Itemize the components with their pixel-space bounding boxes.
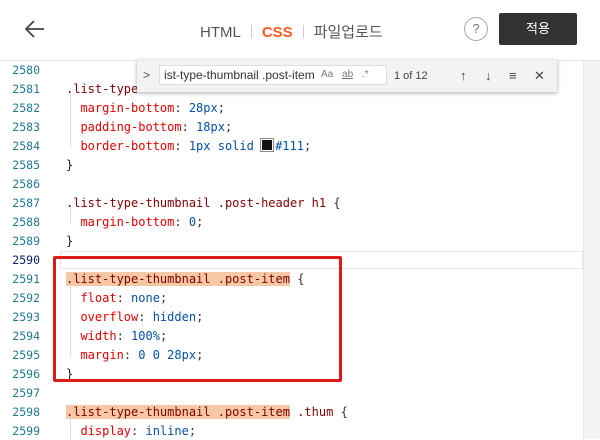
back-arrow-icon[interactable] <box>22 16 48 42</box>
line-number: 2590 <box>12 253 40 267</box>
code-text: } <box>66 158 74 172</box>
code-line: 2584 border-bottom: 1px solid #111; <box>0 137 600 155</box>
line-number: 2597 <box>12 386 40 400</box>
match-count: 1 of 12 <box>394 70 428 82</box>
regex-icon[interactable]: .* <box>362 69 369 80</box>
code-line: 2586 <box>0 175 600 193</box>
find-widget: > ist-type-thumbnail .post-item Aa ab .*… <box>137 60 557 92</box>
code-line: 2585 } <box>0 156 600 174</box>
vertical-scrollbar[interactable] <box>583 61 600 439</box>
line-number: 2589 <box>12 234 40 248</box>
code-line: 2589 } <box>0 232 600 250</box>
line-number: 2581 <box>12 82 40 96</box>
line-number: 2587 <box>12 196 40 210</box>
code-text: padding-bottom: 18px; <box>80 120 233 134</box>
apply-button[interactable]: 적용 <box>499 13 577 45</box>
code-line: 2588 margin-bottom: 0; <box>0 213 600 231</box>
tab-css[interactable]: CSS <box>262 24 293 41</box>
help-icon[interactable]: ? <box>464 17 488 41</box>
tab-bar: HTML CSS 파일업로드 <box>200 21 383 42</box>
line-number: 2583 <box>12 120 40 134</box>
find-in-selection-icon[interactable]: ≡ <box>509 68 517 83</box>
line-number: 2588 <box>12 215 40 229</box>
line-number: 2593 <box>12 310 40 324</box>
match-case-icon[interactable]: Aa <box>321 69 333 80</box>
whole-word-icon[interactable]: ab <box>342 69 353 80</box>
close-icon[interactable]: ✕ <box>534 68 545 84</box>
code-text: .list-type-thumbnail .post-header h1 { <box>66 196 341 210</box>
line-number: 2596 <box>12 367 40 381</box>
line-number: 2595 <box>12 348 40 362</box>
code-line: 2599 display: inline; <box>0 422 600 440</box>
code-line: 2587 .list-type-thumbnail .post-header h… <box>0 194 600 212</box>
tab-html[interactable]: HTML <box>200 24 241 41</box>
line-number: 2592 <box>12 291 40 305</box>
code-editor[interactable]: 2580 2581 .list-type 2582 margin-bottom:… <box>0 61 600 439</box>
find-options: Aa ab .* <box>321 69 375 80</box>
line-number: 2584 <box>12 139 40 153</box>
code-line: 2583 padding-bottom: 18px; <box>0 118 600 136</box>
code-line: 2597 <box>0 384 600 402</box>
color-swatch[interactable] <box>260 138 275 152</box>
code-text: margin-bottom: 0; <box>80 215 204 229</box>
line-number: 2594 <box>12 329 40 343</box>
tab-file-upload[interactable]: 파일업로드 <box>314 21 383 42</box>
line-number: 2585 <box>12 158 40 172</box>
tab-divider <box>250 25 252 38</box>
line-number: 2598 <box>12 405 40 419</box>
next-match-icon[interactable]: ↓ <box>485 68 492 83</box>
line-number: 2580 <box>12 63 40 77</box>
code-line: 2582 margin-bottom: 28px; <box>0 99 600 117</box>
code-text: } <box>66 234 74 248</box>
line-number: 2582 <box>12 101 40 115</box>
line-number: 2599 <box>12 424 40 438</box>
toggle-replace-icon[interactable]: > <box>143 68 150 82</box>
editor-header: HTML CSS 파일업로드 ? 적용 <box>0 0 600 61</box>
code-text: border-bottom: 1px solid #111; <box>80 138 312 153</box>
line-number: 2586 <box>12 177 40 191</box>
line-number: 2591 <box>12 272 40 286</box>
code-text: margin-bottom: 28px; <box>80 101 225 115</box>
code-text: .list-type-thumbnail .post-item .thum { <box>66 405 348 419</box>
tab-divider <box>302 25 304 38</box>
previous-match-icon[interactable]: ↑ <box>460 68 467 83</box>
code-text: display: inline; <box>80 424 197 438</box>
code-text: .list-type <box>66 82 139 96</box>
code-line: 2598 .list-type-thumbnail .post-item .th… <box>0 403 600 421</box>
highlight-annotation-box <box>53 256 342 382</box>
